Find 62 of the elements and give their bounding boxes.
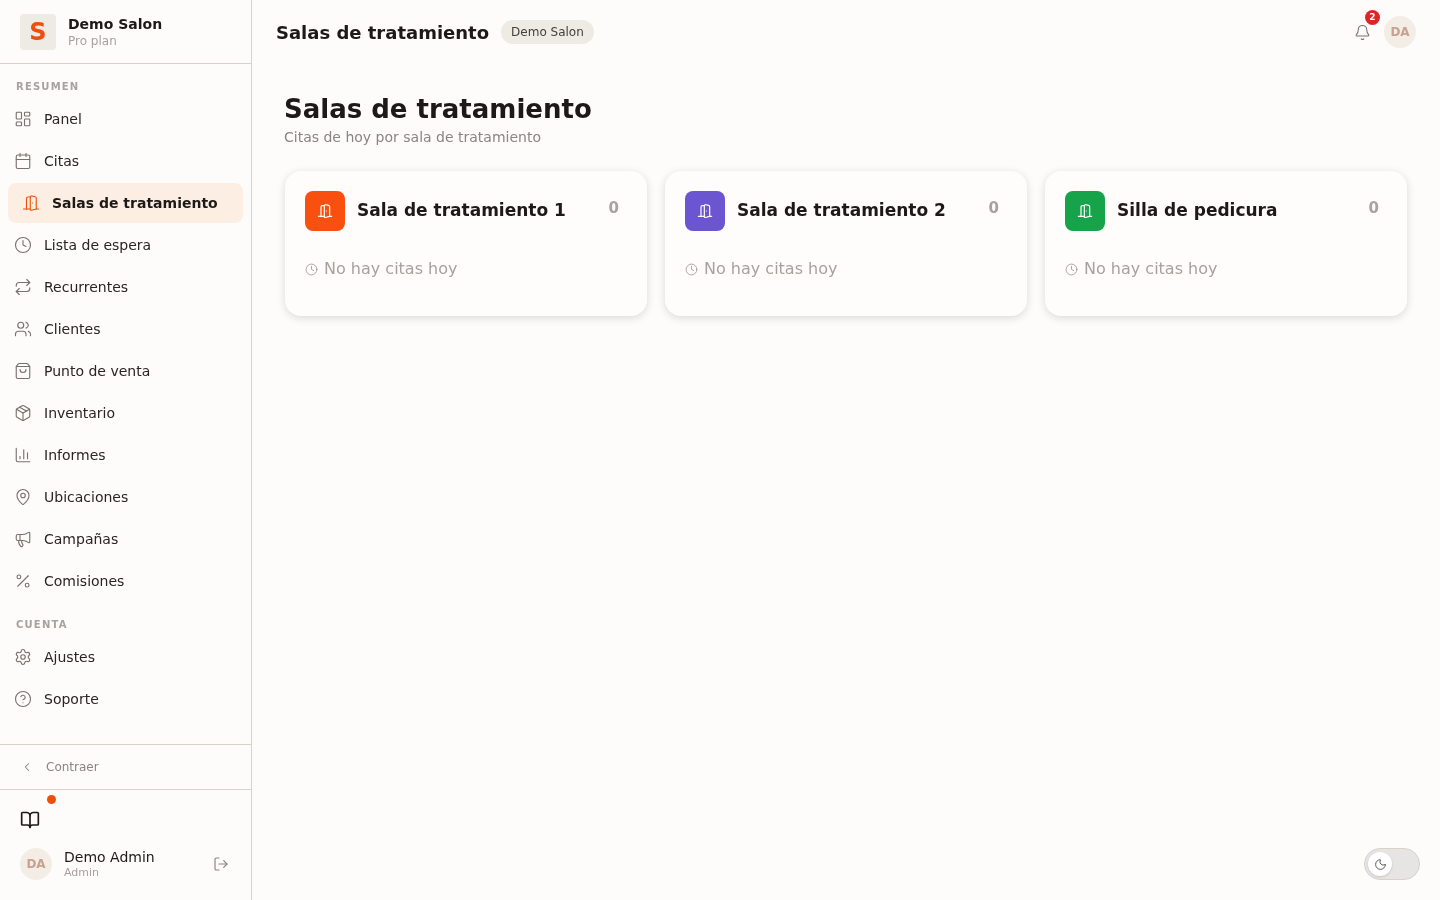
- nav-item[interactable]: Lista de espera: [8, 225, 243, 265]
- bell-icon: [1353, 23, 1371, 41]
- nav-item[interactable]: Clientes: [8, 309, 243, 349]
- clock-icon: [14, 236, 32, 254]
- box-icon: [14, 404, 32, 422]
- users-icon: [14, 320, 32, 338]
- nav-item[interactable]: Ajustes: [8, 637, 243, 677]
- settings-icon: [14, 648, 32, 666]
- room-name: Sala de tratamiento 2: [737, 199, 947, 223]
- nav-item[interactable]: Punto de venta: [8, 351, 243, 391]
- percent-icon: [14, 572, 32, 590]
- nav-item[interactable]: Recurrentes: [8, 267, 243, 307]
- nav-item[interactable]: Inventario: [8, 393, 243, 433]
- help-icon: [14, 690, 32, 708]
- moon-icon: [1373, 857, 1387, 871]
- brand-logo: S: [20, 13, 56, 50]
- room-name: Sala de tratamiento 1: [357, 199, 567, 223]
- bag-icon: [14, 362, 32, 380]
- user-role: Admin: [64, 866, 101, 880]
- clock-icon: [685, 262, 698, 276]
- bar-chart-icon: [14, 446, 32, 464]
- theme-toggle[interactable]: [1364, 848, 1420, 880]
- nav-item[interactable]: Informes: [8, 435, 243, 475]
- user-avatar: DA: [20, 848, 52, 880]
- appointment-count: 0: [988, 198, 999, 219]
- empty-status: No hay citas hoy: [1084, 258, 1218, 280]
- arrows-icon: [14, 278, 32, 296]
- calendar-icon: [14, 152, 32, 170]
- room-card[interactable]: Sala de tratamiento 2 0 No hay citas hoy: [665, 171, 1027, 316]
- appointment-count: 0: [608, 198, 619, 219]
- room-card[interactable]: Sala de tratamiento 1 0 No hay citas hoy: [285, 171, 647, 316]
- empty-status: No hay citas hoy: [704, 258, 838, 280]
- nav-item[interactable]: Citas: [8, 141, 243, 181]
- notification-count: 2: [1365, 10, 1380, 25]
- empty-status: No hay citas hoy: [324, 258, 458, 280]
- nav-item[interactable]: Comisiones: [8, 561, 243, 601]
- map-pin-icon: [14, 488, 32, 506]
- nav-item[interactable]: Soporte: [8, 679, 243, 719]
- room-name: Silla de pedicura: [1117, 199, 1279, 223]
- header-title: Salas de tratamiento: [276, 20, 490, 45]
- megaphone-icon: [14, 530, 32, 548]
- plan-label: Pro plan: [68, 32, 118, 49]
- nav-item[interactable]: Ubicaciones: [8, 477, 243, 517]
- page-subtitle: Citas de hoy por sala de tratamiento: [284, 128, 542, 146]
- salon-badge: Demo Salon: [501, 20, 594, 44]
- logout-icon: [213, 856, 229, 872]
- dashboard-icon: [14, 110, 32, 128]
- nav-item[interactable]: Salas de tratamiento: [8, 183, 243, 223]
- door-icon: [22, 194, 40, 212]
- section-label: CUENTA: [15, 618, 69, 632]
- user-name: Demo Admin: [64, 848, 156, 866]
- book-icon[interactable]: [20, 810, 40, 830]
- nav-item[interactable]: Panel: [8, 99, 243, 139]
- clock-icon: [1065, 262, 1078, 276]
- brand-name: Demo Salon: [68, 14, 163, 33]
- section-label: RESUMEN: [15, 80, 81, 94]
- appointment-count: 0: [1368, 198, 1379, 219]
- nav-item[interactable]: Campañas: [8, 519, 243, 559]
- page-title: Salas de tratamiento: [284, 94, 593, 124]
- clock-icon: [305, 262, 318, 276]
- room-card[interactable]: Silla de pedicura 0 No hay citas hoy: [1045, 171, 1407, 316]
- collapse-button[interactable]: Contraer: [20, 758, 99, 776]
